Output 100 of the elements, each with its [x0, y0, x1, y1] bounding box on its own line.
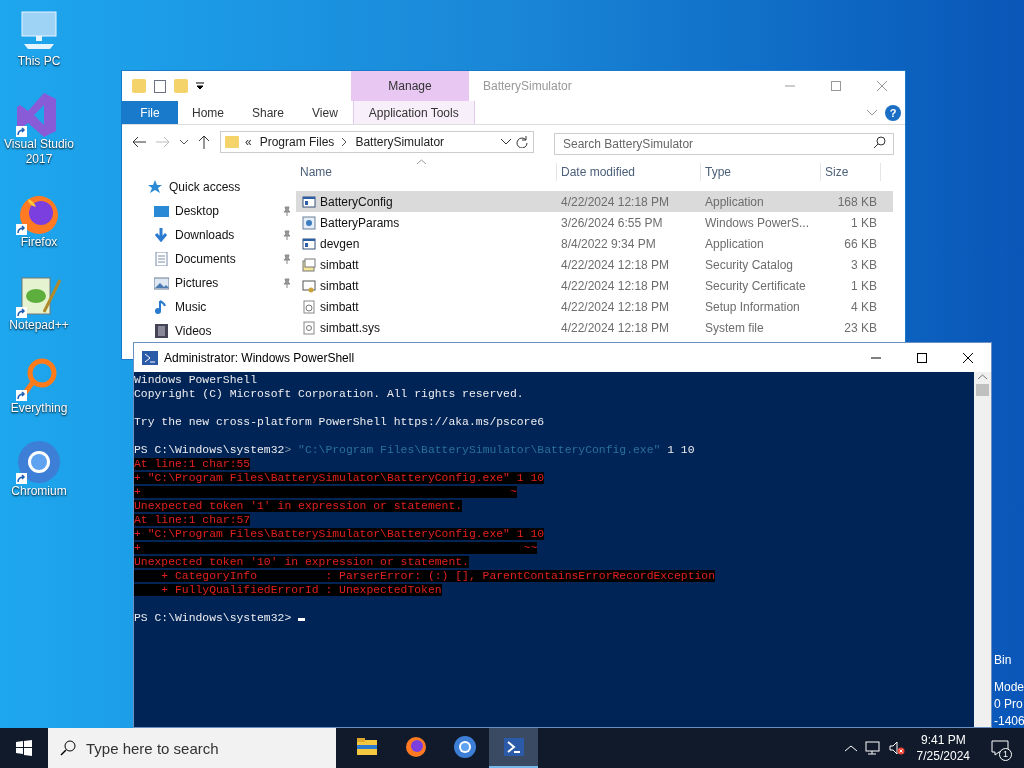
navigation-item[interactable]: Pictures: [148, 271, 296, 295]
ribbon-tab[interactable]: Application Tools: [352, 101, 475, 124]
file-name: BatteryParams: [320, 214, 400, 232]
file-row[interactable]: BatteryConfig 4/22/2024 12:18 PM Application 168 KB: [296, 191, 893, 212]
close-icon: [963, 352, 973, 363]
console-line: Try the new cross-platform PowerShell https://aka.ms/pscore6: [134, 416, 545, 428]
file-row[interactable]: simbatt 4/22/2024 12:18 PM Security Certificate 1 KB: [296, 275, 893, 296]
file-size: 1 KB: [850, 277, 878, 295]
dropdown-icon[interactable]: [196, 82, 204, 90]
help-button[interactable]: ?: [885, 104, 901, 121]
picture-icon: [154, 276, 169, 290]
console-line: Copyright (C) Microsoft Corporation. All rights reserved.: [134, 388, 524, 400]
file-date: 4/22/2024 12:18 PM: [560, 193, 671, 211]
action-center-button[interactable]: 1: [982, 728, 1018, 768]
navigation-item[interactable]: Desktop: [148, 199, 296, 223]
desktop-text: 0 Pro: [994, 696, 1024, 713]
file-date: 4/22/2024 12:18 PM: [560, 298, 671, 316]
star-icon: [148, 180, 163, 194]
sort-indicator-icon: [417, 159, 426, 164]
desktop-icon-label: This PC: [17, 54, 61, 69]
scroll-thumb[interactable]: [976, 384, 989, 396]
ribbon-tab[interactable]: File: [122, 101, 178, 124]
file-size: 23 KB: [843, 319, 878, 337]
desktop-text: -1406: [994, 713, 1024, 730]
speech-bubble-icon: [991, 740, 1009, 756]
firefox-logo-icon: [403, 735, 428, 759]
caret-up-icon[interactable]: [844, 744, 857, 752]
file-row[interactable]: devgen 8/4/2022 9:34 PM Application 66 KB: [296, 233, 893, 254]
file-name: devgen: [320, 235, 360, 253]
column-header[interactable]: Date modified: [557, 163, 701, 181]
time-text: 9:41 PM: [920, 732, 966, 748]
context-tab-group: Manage: [351, 71, 469, 101]
application-window-icon: [302, 194, 316, 209]
recent-caret-icon[interactable]: [180, 139, 188, 145]
clock[interactable]: 9:41 PM 7/25/2024: [912, 732, 974, 764]
file-row[interactable]: BatteryParams 3/26/2024 6:55 PM Windows PowerS... 1 KB: [296, 212, 893, 233]
text-cursor: [298, 618, 306, 621]
powershell-icon: [142, 350, 158, 365]
file-type: Application: [704, 235, 765, 253]
navigation-item[interactable]: Documents: [148, 247, 296, 271]
file-row[interactable]: simbatt 4/22/2024 12:18 PM Security Catalog 3 KB: [296, 254, 893, 275]
scrollbar[interactable]: [974, 372, 991, 727]
script-icon: [302, 215, 316, 230]
scroll-up-icon[interactable]: [978, 374, 987, 380]
system-file-icon: [302, 320, 316, 335]
window-title: Administrator: Windows PowerShell: [164, 349, 355, 367]
file-size: 4 KB: [850, 298, 878, 316]
file-name: BatteryConfig: [320, 193, 393, 211]
search-field[interactable]: Search BatterySimulator: [554, 133, 894, 155]
file-type: Security Catalog: [704, 256, 795, 274]
file-date: 4/22/2024 12:18 PM: [560, 277, 671, 295]
maximize-icon: [831, 81, 841, 91]
file-row[interactable]: simbatt.sys 4/22/2024 12:18 PM System file 23 KB: [296, 317, 893, 338]
column-header[interactable]: Type: [701, 163, 821, 181]
document-icon: [154, 252, 169, 266]
ribbon-tab[interactable]: Share: [238, 101, 299, 124]
file-row[interactable]: simbatt 4/22/2024 12:18 PM Setup Information 4 KB: [296, 296, 893, 317]
desktop-folder-icon: [154, 204, 169, 218]
network-icon[interactable]: [864, 741, 881, 755]
maximize-icon: [917, 352, 927, 363]
file-size: 168 KB: [836, 193, 878, 211]
file-date: 3/26/2024 6:55 PM: [560, 214, 664, 232]
command-arguments: 1 10: [666, 444, 695, 456]
refresh-icon[interactable]: [516, 136, 528, 148]
up-arrow-icon[interactable]: [198, 135, 210, 149]
window-title: BatterySimulator: [483, 78, 572, 95]
file-type: Application: [704, 193, 765, 211]
address-bar[interactable]: « Program Files BatterySimulator: [220, 131, 534, 153]
ribbon-tab[interactable]: Home: [178, 101, 238, 124]
breadcrumb[interactable]: Program Files: [259, 133, 335, 151]
overflow-chevron[interactable]: «: [245, 133, 252, 151]
desktop-text: Bin: [994, 652, 1013, 669]
file-name: simbatt: [320, 256, 359, 274]
date-text: 7/25/2024: [916, 748, 970, 764]
taskbar-search-field[interactable]: Type here to search: [48, 728, 336, 768]
command-string: "C:\Program Files\BatterySimulator\BatteryConfig.exe": [297, 444, 661, 456]
dropdown-icon[interactable]: [501, 139, 511, 145]
column-header[interactable]: Name: [296, 163, 557, 181]
back-arrow-icon[interactable]: [132, 136, 146, 148]
navigation-item[interactable]: Videos: [148, 319, 296, 343]
chevron-icon[interactable]: [867, 109, 877, 116]
application-window-icon: [302, 236, 316, 251]
column-header[interactable]: Size: [821, 163, 881, 181]
ribbon-tab[interactable]: View: [298, 101, 352, 124]
navigation-item[interactable]: Downloads: [148, 223, 296, 247]
navigation-item[interactable]: Music: [148, 295, 296, 319]
search-icon: [60, 740, 76, 756]
command-prompt: PS C:\Windows\system32>: [134, 612, 292, 624]
music-note-icon: [154, 300, 169, 314]
file-type: System file: [704, 319, 765, 337]
breadcrumb[interactable]: BatterySimulator: [355, 133, 445, 151]
film-icon: [154, 324, 169, 338]
navigation-item[interactable]: Quick access: [148, 175, 296, 199]
down-arrow-icon: [154, 228, 169, 242]
properties-icon[interactable]: [154, 79, 166, 93]
file-name: simbatt: [320, 277, 359, 295]
file-size: 1 KB: [850, 214, 878, 232]
notification-badge: 1: [999, 748, 1012, 761]
volume-muted-icon[interactable]: [888, 741, 905, 755]
file-name: simbatt: [320, 298, 359, 316]
